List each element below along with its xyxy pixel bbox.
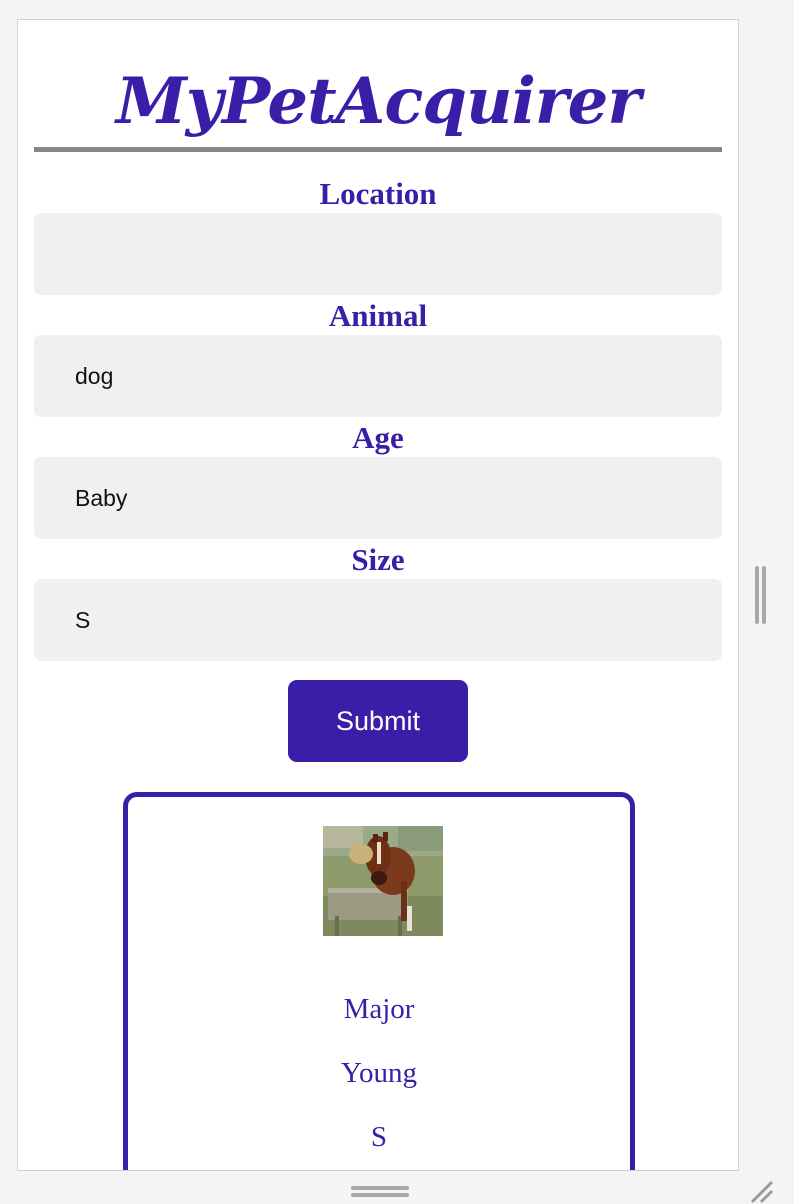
horse-photo-icon: [323, 826, 443, 936]
app-title: MyPetAcquirer: [115, 64, 641, 139]
size-input[interactable]: S: [34, 579, 722, 661]
size-label: Size: [351, 542, 405, 577]
submit-button[interactable]: Submit: [288, 680, 468, 762]
size-value: S: [75, 606, 91, 633]
resize-grip-icon[interactable]: [748, 1178, 774, 1204]
vertical-resize-handle[interactable]: [753, 566, 769, 624]
age-label: Age: [352, 420, 404, 455]
pet-name: Major: [343, 993, 415, 1025]
app-window: MyPetAcquirer Location Animal dog Age Ba…: [17, 19, 739, 1171]
header-divider: [34, 147, 722, 152]
horizontal-resize-handle[interactable]: [351, 1184, 409, 1200]
pet-age: Young: [340, 1057, 418, 1089]
animal-label: Animal: [328, 298, 428, 333]
animal-input[interactable]: dog: [34, 335, 722, 417]
location-input[interactable]: [34, 213, 722, 295]
animal-value: dog: [75, 362, 114, 389]
age-value: Baby: [75, 484, 128, 511]
location-label: Location: [319, 176, 437, 211]
age-input[interactable]: Baby: [34, 457, 722, 539]
pet-result-card[interactable]: Major Young S: [123, 792, 635, 1170]
pet-size: S: [370, 1121, 388, 1153]
